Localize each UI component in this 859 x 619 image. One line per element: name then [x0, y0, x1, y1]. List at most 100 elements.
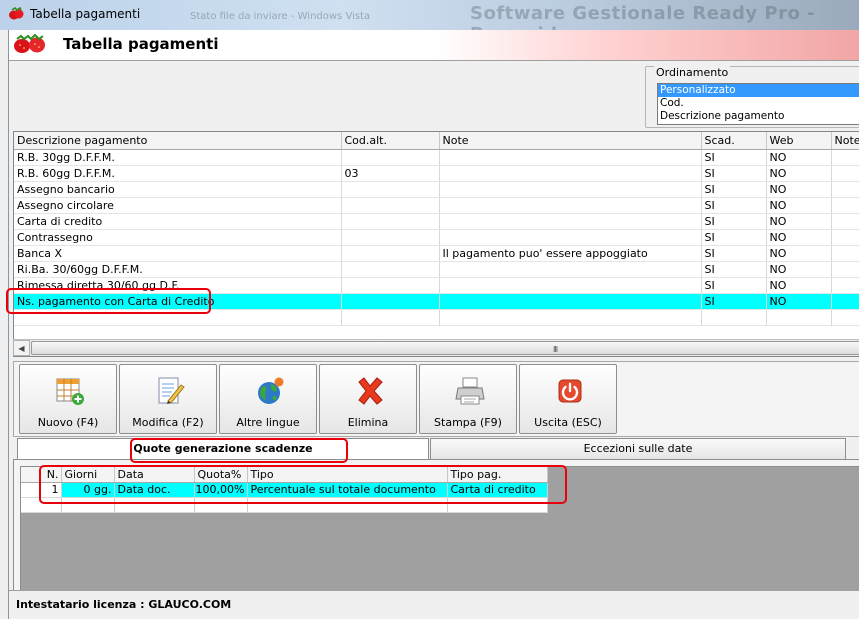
ordinamento-option-cod[interactable]: Cod. — [658, 97, 859, 110]
strawberry-logo-icon — [14, 34, 45, 53]
cell-note-2 — [831, 293, 859, 310]
payments-grid[interactable]: Descrizione pagamento Cod.alt. Note Scad… — [13, 131, 859, 357]
edit-document-icon — [158, 377, 185, 404]
nuovo-button[interactable]: Nuovo (F4) — [19, 364, 117, 434]
altre-lingue-button[interactable]: Altre lingue — [219, 364, 317, 434]
column-header-scad[interactable]: Scad. — [701, 132, 767, 150]
printer-icon — [455, 377, 485, 405]
globe-icon — [258, 377, 284, 404]
column-header-tipo[interactable]: Tipo — [247, 467, 448, 483]
ordinamento-group: Ordinamento Personalizzato Cod. Descrizi… — [645, 66, 859, 128]
cell-note-2 — [831, 165, 859, 182]
modifica-button[interactable]: Modifica (F2) — [119, 364, 217, 434]
cell-descrizione: Assegno circolare — [14, 197, 342, 214]
stampa-button-label: Stampa (F9) — [434, 416, 502, 429]
table-row[interactable]: Contrassegno SI NO — [14, 229, 859, 246]
cell-tipo-pag: Carta di credito — [447, 482, 548, 498]
cell-scad: SI — [701, 229, 767, 246]
column-header-web[interactable]: Web — [766, 132, 832, 150]
quote-grid[interactable]: N. Giorni Data Quota% Tipo Tipo pag. 1 0… — [20, 466, 859, 591]
cell-web: NO — [766, 213, 832, 230]
column-header-tipo-pag[interactable]: Tipo pag. — [447, 467, 548, 483]
cell-note — [439, 213, 702, 230]
background-window-text: Stato file da inviare - Windows Vista — [190, 11, 371, 22]
elimina-button[interactable]: Elimina — [319, 364, 417, 434]
modifica-button-label: Modifica (F2) — [132, 416, 204, 429]
ordinamento-option-personalizzato[interactable]: Personalizzato — [658, 84, 859, 97]
cell-note-2 — [831, 229, 859, 246]
ordinamento-listbox[interactable]: Personalizzato Cod. Descrizione pagament… — [657, 83, 859, 125]
cell-cod-alt — [341, 293, 440, 310]
uscita-button[interactable]: Uscita (ESC) — [519, 364, 617, 434]
cell-scad: SI — [701, 149, 767, 166]
cell-web: NO — [766, 229, 832, 246]
cell-web: NO — [766, 181, 832, 198]
cell-cod-alt: 03 — [341, 165, 440, 182]
cell-note — [439, 277, 702, 294]
table-row[interactable]: Assegno bancario SI NO — [14, 181, 859, 198]
column-header-quota[interactable]: Quota% — [194, 467, 248, 483]
cell-descrizione: Ri.Ba. 30/60gg D.F.F.M. — [14, 261, 342, 278]
cell-web: NO — [766, 277, 832, 294]
window-title: Tabella pagamenti — [30, 7, 141, 21]
column-header-giorni[interactable]: Giorni — [61, 467, 115, 483]
cell-note-2 — [831, 181, 859, 198]
table-row[interactable]: Ri.Ba. 30/60gg D.F.F.M. SI NO — [14, 261, 859, 278]
cell-cod-alt — [341, 245, 440, 262]
cell-scad: SI — [701, 293, 767, 310]
tab-quote-generazione-scadenze[interactable]: Quote generazione scadenze — [17, 438, 429, 461]
column-header-cod-alt[interactable]: Cod.alt. — [341, 132, 440, 150]
table-row[interactable]: Rimessa diretta 30/60 gg D.F. SI NO — [14, 277, 859, 294]
ordinamento-option-descrizione[interactable]: Descrizione pagamento — [658, 110, 859, 123]
column-header-note-2[interactable]: Note — [831, 132, 859, 150]
table-row-empty[interactable] — [14, 309, 859, 326]
cell-note — [439, 197, 702, 214]
cell-n: 1 — [21, 482, 62, 498]
cell-web: NO — [766, 293, 832, 310]
table-row[interactable]: Carta di credito SI NO — [14, 213, 859, 230]
cell-scad: SI — [701, 165, 767, 182]
scroll-left-arrow-icon[interactable]: ◀ — [13, 340, 30, 356]
table-row-empty[interactable] — [21, 497, 548, 513]
column-header-descrizione[interactable]: Descrizione pagamento — [14, 132, 342, 150]
cell-descrizione: Carta di credito — [14, 213, 342, 230]
scrollbar-thumb[interactable]: III — [31, 341, 859, 355]
detail-tabs: Quote generazione scadenze Eccezioni sul… — [13, 438, 859, 461]
payments-horizontal-scrollbar[interactable]: ◀ III — [13, 339, 859, 356]
column-header-note[interactable]: Note — [439, 132, 702, 150]
cell-note-2 — [831, 245, 859, 262]
cell-cod-alt — [341, 229, 440, 246]
stampa-button[interactable]: Stampa (F9) — [419, 364, 517, 434]
tab-eccezioni-sulle-date[interactable]: Eccezioni sulle date — [430, 438, 846, 460]
payments-header-row: Descrizione pagamento Cod.alt. Note Scad… — [14, 132, 859, 150]
cell-giorni: 0 gg. — [61, 482, 115, 498]
table-row[interactable]: R.B. 60gg D.F.F.M. 03 SI NO — [14, 165, 859, 182]
table-row-selected[interactable]: 1 0 gg. Data doc. 100,00% Percentuale su… — [21, 482, 548, 498]
title-bar[interactable]: Tabella pagamenti Stato file da inviare … — [0, 0, 859, 45]
power-exit-icon — [558, 379, 582, 403]
cell-note — [439, 181, 702, 198]
cell-descrizione: Ns. pagamento con Carta di Credito — [14, 293, 342, 310]
cell-cod-alt — [341, 149, 440, 166]
cell-note — [439, 149, 702, 166]
cell-descrizione: Contrassegno — [14, 229, 342, 246]
cell-scad: SI — [701, 261, 767, 278]
cell-note: Il pagamento puo' essere appoggiato — [439, 245, 702, 262]
license-holder-text: Intestatario licenza : GLAUCO.COM — [16, 598, 232, 611]
cell-data: Data doc. — [114, 482, 195, 498]
cell-scad: SI — [701, 181, 767, 198]
cell-descrizione: R.B. 60gg D.F.F.M. — [14, 165, 342, 182]
status-bar: Intestatario licenza : GLAUCO.COM — [9, 590, 859, 619]
column-header-n[interactable]: N. — [21, 467, 62, 483]
cell-scad: SI — [701, 245, 767, 262]
cell-web: NO — [766, 165, 832, 182]
table-row[interactable]: Banca X Il pagamento puo' essere appoggi… — [14, 245, 859, 262]
table-row[interactable]: R.B. 30gg D.F.F.M. SI NO — [14, 149, 859, 166]
column-header-data[interactable]: Data — [114, 467, 195, 483]
table-row[interactable]: Assegno circolare SI NO — [14, 197, 859, 214]
cell-note — [439, 261, 702, 278]
table-row-selected[interactable]: Ns. pagamento con Carta di Credito SI NO — [14, 293, 859, 310]
cell-web: NO — [766, 149, 832, 166]
cell-tipo: Percentuale sul totale documento — [247, 482, 448, 498]
cell-note-2 — [831, 261, 859, 278]
